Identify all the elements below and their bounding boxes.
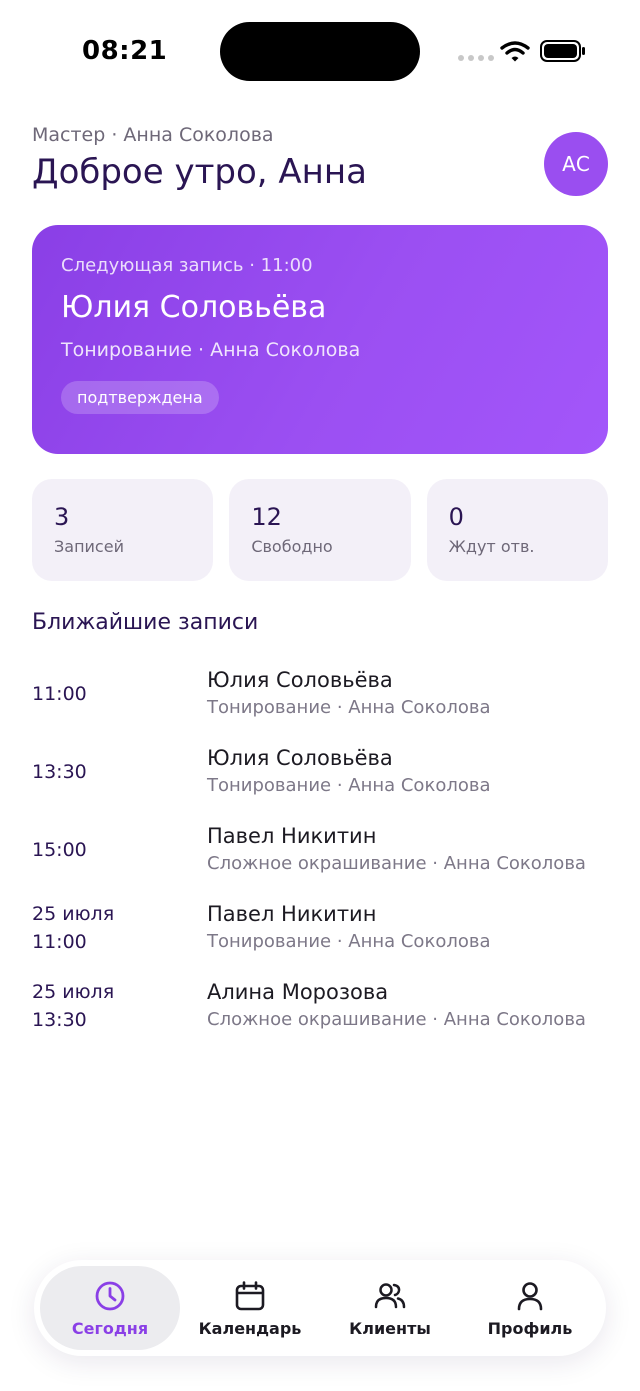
tab-label: Клиенты [349,1318,431,1338]
appointment-client: Юлия Соловьёва [207,668,393,692]
appointment-time-value: 11:00 [32,931,87,953]
stats-row: 3 Записей 12 Свободно 0 Ждут отв. [32,479,608,581]
appointment-time-value: 15:00 [32,839,87,861]
tab-clients[interactable]: Клиенты [320,1266,460,1350]
appointment-time: 11:00 [32,664,192,724]
appointment-time: 25 июля 13:30 [32,976,192,1036]
clock-icon [95,1281,125,1310]
stat-label: Ждут отв. [448,537,535,556]
tab-label: Календарь [198,1318,302,1338]
stat-label: Свободно [251,537,333,556]
tab-profile[interactable]: Профиль [460,1266,600,1350]
appointment-service: Тонирование · Анна Соколова [207,931,491,952]
appointment-time: 25 июля 11:00 [32,898,192,958]
avatar[interactable]: АС [544,132,608,196]
next-appointment-service: Тонирование · Анна Соколова [61,339,361,361]
appointment-service: Тонирование · Анна Соколова [207,697,491,718]
stat-value: 12 [251,503,282,531]
status-time: 08:21 [82,36,168,66]
list-item[interactable]: 15:00 Павел Никитин Сложное окрашивание … [32,820,608,898]
appointment-client: Павел Никитин [207,902,377,926]
list-item[interactable]: 11:00 Юлия Соловьёва Тонирование · Анна … [32,664,608,742]
appointment-time: 13:30 [32,742,192,802]
tab-label: Профиль [487,1318,573,1338]
appointment-service: Сложное окрашивание · Анна Соколова [207,1009,586,1030]
list-item[interactable]: 25 июля 13:30 Алина Морозова Сложное окр… [32,976,608,1054]
battery-icon [540,40,585,62]
appointment-info: Юлия Соловьёва Тонирование · Анна Соколо… [207,668,490,718]
cellular-signal-icon [458,55,494,61]
next-appointment-client: Юлия Соловьёва [61,290,327,325]
tab-calendar[interactable]: Календарь [180,1266,320,1350]
appointment-time: 15:00 [32,820,192,880]
appointment-date: 25 июля [32,981,115,1003]
user-icon [517,1281,543,1310]
wifi-icon [500,41,530,62]
appointment-info: Юлия Соловьёва Тонирование · Анна Соколо… [207,746,490,796]
stat-card-appointments[interactable]: 3 Записей [32,479,214,581]
stat-label: Записей [54,537,124,556]
appointment-time-value: 11:00 [32,683,87,705]
appointment-client: Алина Морозова [207,980,389,1004]
page-title: Доброе утро, Анна [32,152,367,192]
header-subtitle: Мастер · Анна Соколова [32,124,274,146]
bottom-tab-bar: Сегодня Календарь Клиенты Профиль [34,1260,606,1356]
list-item[interactable]: 25 июля 11:00 Павел Никитин Тонирование … [32,898,608,976]
users-icon [374,1282,406,1308]
stat-value: 0 [448,503,464,531]
appointment-info: Павел Никитин Сложное окрашивание · Анна… [207,824,586,874]
list-item[interactable]: 13:30 Юлия Соловьёва Тонирование · Анна … [32,742,608,820]
calendar-icon [235,1280,265,1310]
stat-card-free[interactable]: 12 Свободно [229,479,411,581]
section-title-upcoming: Ближайшие записи [32,610,259,635]
tab-label: Сегодня [71,1318,149,1338]
appointment-info: Алина Морозова Сложное окрашивание · Анн… [207,980,586,1030]
appointment-time-value: 13:30 [32,1009,87,1031]
appointment-list: 11:00 Юлия Соловьёва Тонирование · Анна … [32,664,608,1054]
appointment-service: Тонирование · Анна Соколова [207,775,491,796]
stat-value: 3 [54,503,70,531]
status-bar: 08:21 [0,0,640,100]
appointment-time-value: 13:30 [32,761,87,783]
appointment-info: Павел Никитин Тонирование · Анна Соколов… [207,902,490,952]
appointment-date: 25 июля [32,903,115,925]
next-appointment-label: Следующая запись · 11:00 [61,255,313,276]
stat-card-pending[interactable]: 0 Ждут отв. [426,479,608,581]
status-badge: подтверждена [61,381,219,414]
next-appointment-card[interactable]: Следующая запись · 11:00 Юлия Соловьёва … [32,225,608,454]
appointment-client: Юлия Соловьёва [207,746,393,770]
appointment-service: Сложное окрашивание · Анна Соколова [207,853,586,874]
today-screen: 08:21 Мастер · Анна Соколова Доброе утро… [0,0,640,1391]
tab-today[interactable]: Сегодня [40,1266,180,1350]
appointment-client: Павел Никитин [207,824,377,848]
dynamic-island [220,22,420,81]
header: Мастер · Анна Соколова Доброе утро, Анна… [32,124,608,204]
